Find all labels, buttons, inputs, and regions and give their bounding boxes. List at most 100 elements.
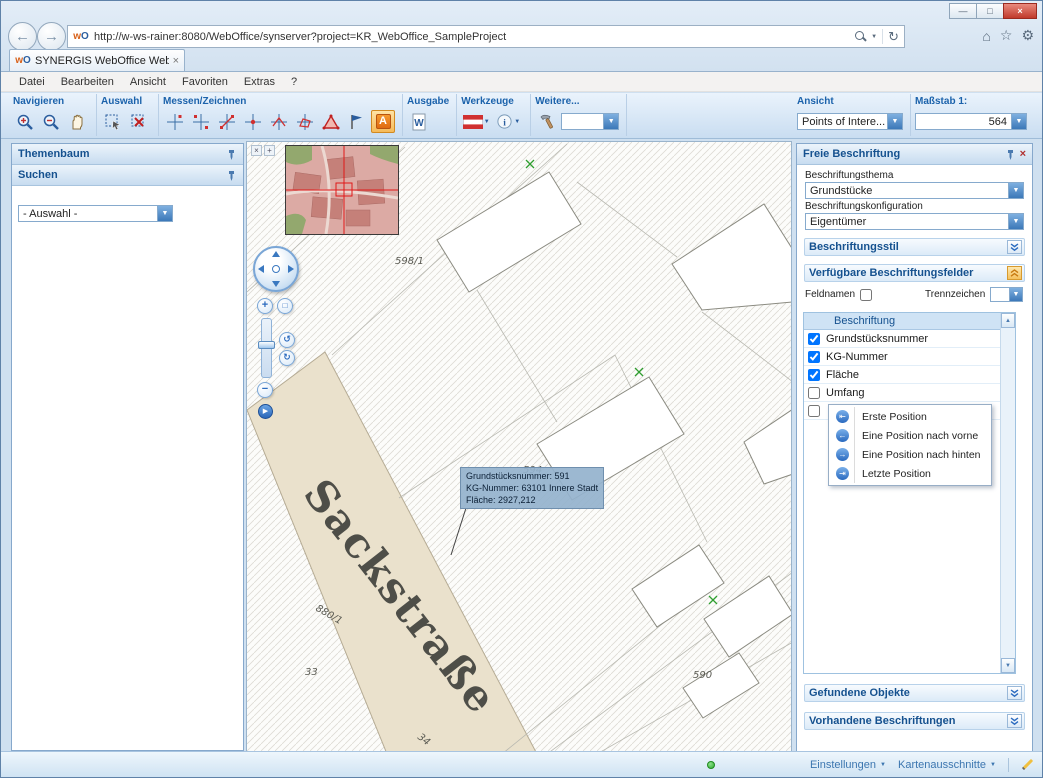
pin-icon[interactable]	[226, 149, 237, 160]
pan-right-icon[interactable]	[288, 265, 294, 273]
field-checkbox[interactable]	[808, 405, 820, 417]
zoom-minus-button[interactable]: −	[257, 382, 273, 398]
expand-section-button[interactable]	[1007, 240, 1022, 254]
pan-down-icon[interactable]	[272, 281, 280, 287]
zoom-in-button[interactable]	[13, 110, 37, 133]
list-item-umfang[interactable]: Umfang	[804, 384, 1015, 402]
list-item-kg-nummer[interactable]: KG-Nummer	[804, 348, 1015, 366]
zoom-slider[interactable]	[261, 318, 272, 378]
tools-button[interactable]	[535, 110, 559, 133]
field-checkbox[interactable]	[808, 333, 820, 345]
menu-hilfe[interactable]: ?	[283, 74, 305, 90]
close-window-button[interactable]: ×	[1003, 3, 1037, 19]
menu-item-position-nach-vorne[interactable]: ← Eine Position nach vorne	[830, 426, 990, 445]
gefundene-objekte-section[interactable]: Gefundene Objekte	[804, 684, 1025, 702]
menu-datei[interactable]: Datei	[11, 74, 53, 90]
measure-area-button[interactable]	[215, 110, 239, 133]
search-caret-icon[interactable]: ▼	[871, 34, 877, 40]
menu-item-erste-position[interactable]: ⇤ Erste Position	[830, 407, 990, 426]
overview-close-icon[interactable]: ×	[251, 145, 262, 156]
themenbaum-header[interactable]: Themenbaum	[12, 144, 243, 165]
pan-control[interactable]	[253, 246, 299, 292]
map-container[interactable]: Sackstraße 598/1 880/1 33 34 590 594 × +	[246, 141, 792, 753]
pan-left-icon[interactable]	[258, 265, 264, 273]
identify-button[interactable]: i ▼	[493, 110, 523, 133]
select-features-button[interactable]	[101, 110, 125, 133]
next-extent-button[interactable]: ↻	[279, 350, 295, 366]
label-tool-button[interactable]: A	[371, 110, 395, 133]
draw-line-button[interactable]	[267, 110, 291, 133]
home-icon[interactable]: ⌂	[982, 28, 990, 44]
pencil-icon[interactable]	[1022, 759, 1033, 770]
url-text[interactable]: http://w-ws-rainer:8080/WebOffice/synser…	[94, 31, 850, 43]
suchen-select-caret-icon[interactable]: ▼	[157, 206, 172, 221]
pan-button[interactable]	[65, 110, 89, 133]
pin-icon[interactable]	[1005, 149, 1016, 160]
suchen-header[interactable]: Suchen	[12, 165, 243, 186]
pan-up-icon[interactable]	[272, 251, 280, 257]
weitere-select[interactable]: ▼	[561, 113, 619, 130]
scroll-down-button[interactable]: ▼	[1001, 658, 1015, 673]
word-export-button[interactable]: W	[407, 110, 431, 133]
search-icon[interactable]	[855, 31, 866, 42]
zoom-out-button[interactable]	[39, 110, 63, 133]
trennzeichen-caret-icon[interactable]: ▼	[1009, 288, 1022, 301]
panel-close-icon[interactable]: ×	[1020, 148, 1026, 160]
redlining-button[interactable]: ▼	[461, 110, 491, 133]
zoom-slider-handle[interactable]	[258, 341, 275, 349]
menu-item-letzte-position[interactable]: ⇥ Letzte Position	[830, 464, 990, 483]
favorites-star-icon[interactable]: ☆	[1000, 27, 1013, 44]
menu-extras[interactable]: Extras	[236, 74, 283, 90]
beschriftungskonfiguration-select[interactable]: Eigentümer ▼	[805, 213, 1024, 230]
browser-forward-button[interactable]: →	[37, 22, 66, 51]
settings-gear-icon[interactable]: ⚙	[1021, 27, 1034, 44]
suchen-auswahl-select[interactable]: - Auswahl - ▼	[18, 205, 173, 222]
zoom-plus-button[interactable]: +	[257, 298, 273, 314]
weitere-select-caret-icon[interactable]: ▼	[603, 114, 618, 129]
zoom-box-button[interactable]: □	[277, 298, 293, 314]
refresh-icon[interactable]: ↻	[888, 30, 899, 43]
massstab-select-caret-icon[interactable]: ▼	[1011, 114, 1026, 129]
ansicht-select-caret-icon[interactable]: ▼	[887, 114, 902, 129]
menu-bearbeiten[interactable]: Bearbeiten	[53, 74, 122, 90]
expand-section-button[interactable]	[1007, 686, 1022, 700]
field-checkbox[interactable]	[808, 351, 820, 363]
tab-close-icon[interactable]: ×	[173, 55, 179, 67]
browser-tab[interactable]: wO SYNERGIS WebOffice Web... ×	[9, 49, 185, 71]
address-bar[interactable]: wO http://w-ws-rainer:8080/WebOffice/syn…	[67, 25, 905, 48]
feldnamen-checkbox[interactable]	[860, 289, 872, 301]
browser-back-button[interactable]: ←	[8, 22, 37, 51]
nav-expand-button[interactable]: ▶	[258, 404, 273, 419]
field-checkbox[interactable]	[808, 387, 820, 399]
beschriftungsstil-section[interactable]: Beschriftungsstil	[804, 238, 1025, 256]
einstellungen-menu[interactable]: Einstellungen ▼	[810, 759, 886, 771]
list-scrollbar[interactable]: ▲ ▼	[1000, 313, 1015, 673]
beschriftungsthema-caret-icon[interactable]: ▼	[1008, 183, 1023, 198]
ansicht-select[interactable]: Points of Intere... ▼	[797, 113, 903, 130]
draw-polygon-button[interactable]	[319, 110, 343, 133]
field-checkbox[interactable]	[808, 369, 820, 381]
draw-area-button[interactable]	[293, 110, 317, 133]
marker-flag-button[interactable]	[345, 110, 369, 133]
collapse-section-button[interactable]	[1007, 266, 1022, 280]
minimize-button[interactable]: —	[949, 3, 977, 19]
list-item-grundstuecksnummer[interactable]: Grundstücksnummer	[804, 330, 1015, 348]
clear-selection-button[interactable]	[127, 110, 151, 133]
menu-ansicht[interactable]: Ansicht	[122, 74, 174, 90]
trennzeichen-select[interactable]: ▼	[990, 287, 1023, 302]
list-item-flaeche[interactable]: Fläche	[804, 366, 1015, 384]
draw-point-button[interactable]	[241, 110, 265, 133]
previous-extent-button[interactable]: ↺	[279, 332, 295, 348]
beschriftungskonfiguration-caret-icon[interactable]: ▼	[1008, 214, 1023, 229]
menu-item-position-nach-hinten[interactable]: → Eine Position nach hinten	[830, 445, 990, 464]
beschriftungsthema-select[interactable]: Grundstücke ▼	[805, 182, 1024, 199]
menu-favoriten[interactable]: Favoriten	[174, 74, 236, 90]
freie-beschriftung-header[interactable]: Freie Beschriftung ×	[797, 144, 1032, 165]
pin-icon[interactable]	[226, 170, 237, 181]
overview-move-icon[interactable]: +	[264, 145, 275, 156]
kartenausschnitte-menu[interactable]: Kartenausschnitte ▼	[898, 759, 996, 771]
pan-center-icon[interactable]	[272, 265, 280, 273]
overview-map[interactable]	[285, 145, 399, 235]
measure-coordinate-button[interactable]	[163, 110, 187, 133]
maximize-button[interactable]: □	[976, 3, 1004, 19]
